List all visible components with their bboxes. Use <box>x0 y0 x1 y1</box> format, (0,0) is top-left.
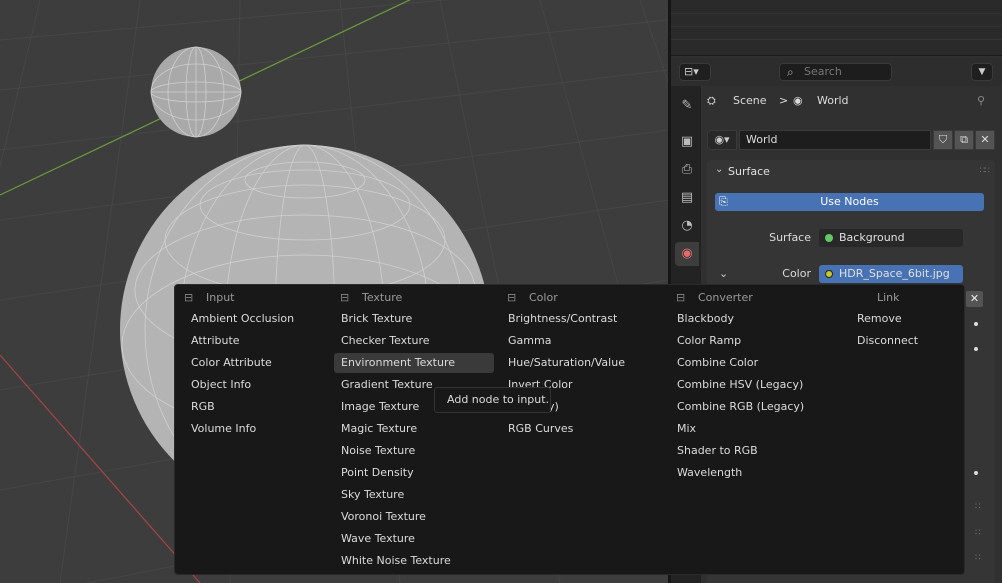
menu-item[interactable]: Combine HSV (Legacy) <box>670 375 803 395</box>
use-nodes-button[interactable]: ⎘ Use Nodes <box>715 193 984 211</box>
world-icon: ◉ <box>793 94 803 107</box>
menu-item[interactable]: Checker Texture <box>334 331 430 351</box>
drag-grip-icon[interactable]: ∷∷ <box>980 166 991 176</box>
small-sphere <box>150 46 242 138</box>
node-tree-icon: ⎘ <box>719 195 728 208</box>
search-placeholder: Search <box>804 65 842 78</box>
color-socket-icon <box>825 270 833 278</box>
output-tab-icon[interactable]: ⎙ <box>675 158 699 182</box>
editor-type-button[interactable]: ⊟▾ <box>679 63 711 81</box>
menu-item[interactable]: Magic Texture <box>334 419 417 439</box>
chevron-down-icon: ▼ <box>978 67 986 77</box>
menu-item[interactable]: Combine RGB (Legacy) <box>670 397 804 417</box>
menu-item[interactable]: Brick Texture <box>334 309 412 329</box>
unlink-close-icon[interactable]: ✕ <box>975 130 995 150</box>
heading-converter: Converter <box>698 291 753 304</box>
surface-label: Surface <box>769 231 811 244</box>
options-dropdown-button[interactable]: ▼ <box>971 63 993 81</box>
menu-item[interactable]: Combine Color <box>670 353 758 373</box>
socket-dot-icon <box>974 347 978 351</box>
scene-tab-icon[interactable]: ◔ <box>675 214 699 238</box>
world-tab-icon[interactable]: ◉ <box>675 242 699 266</box>
node-link-menu: ⊟ Input Ambient Occlusion Attribute Color… <box>174 284 965 575</box>
view-layer-tab-icon[interactable]: ▤ <box>675 186 699 210</box>
heading-color: Color <box>529 291 558 304</box>
heading-input: Input <box>206 291 235 304</box>
menu-item[interactable]: Gradient Texture <box>334 375 433 395</box>
menu-item[interactable]: Wave Texture <box>334 529 415 549</box>
world-selector: ◉▾ World ⛉ ⧉ ✕ <box>707 130 995 150</box>
duplicate-icon[interactable]: ⧉ <box>954 130 974 150</box>
menu-item[interactable]: Wavelength <box>670 463 742 483</box>
fake-user-shield-icon[interactable]: ⛉ <box>933 130 953 150</box>
color-input-field[interactable]: HDR_Space_6bit.jpg <box>819 265 963 283</box>
surface-value: Background <box>839 231 905 244</box>
menu-item[interactable]: Voronoi Texture <box>334 507 426 527</box>
surface-panel-header[interactable]: ⌄ Surface ∷∷ <box>707 160 995 184</box>
breadcrumb: ⛭ Scene > ◉ World ⚲ <box>707 94 997 112</box>
editor-type-icon: ⊟▾ <box>684 65 699 78</box>
breadcrumb-world: World <box>817 94 849 107</box>
breadcrumb-scene: Scene <box>733 94 767 107</box>
disconnect-link-item[interactable]: Disconnect <box>850 331 918 351</box>
remove-link-item[interactable]: Remove <box>850 309 902 329</box>
menu-item[interactable]: Noise Texture <box>334 441 415 461</box>
world-browse-button[interactable]: ◉▾ <box>707 130 737 150</box>
menu-item[interactable]: Brightness/Contrast <box>501 309 617 329</box>
menu-item[interactable]: Volume Info <box>184 419 256 439</box>
menu-item-hovered[interactable]: Environment Texture <box>334 353 494 373</box>
render-tab-icon[interactable]: ▣ <box>675 130 699 154</box>
menu-item[interactable]: Ambient Occlusion <box>184 309 294 329</box>
menu-item[interactable]: RGB Curves <box>501 419 573 439</box>
search-input[interactable]: ⌕ Search <box>779 63 892 81</box>
use-nodes-label: Use Nodes <box>820 195 879 208</box>
color-value: HDR_Space_6bit.jpg <box>839 267 950 280</box>
chevron-down-icon: ⌄ <box>715 164 724 175</box>
menu-item[interactable]: Point Density <box>334 463 414 483</box>
menu-item[interactable]: Object Info <box>184 375 251 395</box>
tooltip: Add node to input. <box>434 387 551 413</box>
world-name-field[interactable]: World <box>739 130 931 150</box>
menu-item[interactable]: RGB <box>184 397 215 417</box>
drag-grip-icon[interactable]: ∷ <box>975 502 981 512</box>
menu-item[interactable]: Blackbody <box>670 309 734 329</box>
pin-icon[interactable]: ⚲ <box>977 94 985 107</box>
column-heading: Link <box>877 291 900 307</box>
socket-dot-icon <box>974 322 978 326</box>
menu-item[interactable]: Sky Texture <box>334 485 404 505</box>
scene-icon: ⛭ <box>707 94 716 107</box>
menu-item[interactable]: Attribute <box>184 331 240 351</box>
menu-item[interactable]: Hue/Saturation/Value <box>501 353 625 373</box>
menu-item[interactable]: Color Attribute <box>184 353 272 373</box>
menu-item[interactable]: Gamma <box>501 331 551 351</box>
remove-link-close-icon[interactable]: ✕ <box>966 291 983 307</box>
node-icon: ⊟ <box>507 291 517 304</box>
properties-header: ⊟▾ ⌕ Search ▼ <box>671 58 1002 86</box>
color-label: Color <box>782 267 811 280</box>
socket-dot-icon <box>974 471 978 475</box>
menu-item[interactable]: White Noise Texture <box>334 551 451 571</box>
drag-grip-icon[interactable]: ∷ <box>975 553 981 563</box>
heading-link: Link <box>877 291 900 304</box>
menu-item[interactable]: Mix <box>670 419 696 439</box>
search-icon: ⌕ <box>787 65 794 79</box>
tool-tab-icon[interactable]: ✎ <box>675 94 699 118</box>
node-icon: ⊟ <box>184 291 194 304</box>
node-icon: ⊟ <box>340 291 350 304</box>
surface-shader-field[interactable]: Background <box>819 229 963 247</box>
breadcrumb-separator: > <box>779 94 789 107</box>
shader-socket-icon <box>825 234 833 242</box>
node-icon: ⊟ <box>676 291 686 304</box>
menu-item[interactable]: Shader to RGB <box>670 441 758 461</box>
drag-grip-icon[interactable]: ∷ <box>975 528 981 538</box>
surface-panel-title: Surface <box>728 165 770 178</box>
top-editor-area <box>671 0 1002 56</box>
heading-texture: Texture <box>362 291 403 304</box>
menu-item[interactable]: Image Texture <box>334 397 419 417</box>
menu-item[interactable]: Color Ramp <box>670 331 741 351</box>
